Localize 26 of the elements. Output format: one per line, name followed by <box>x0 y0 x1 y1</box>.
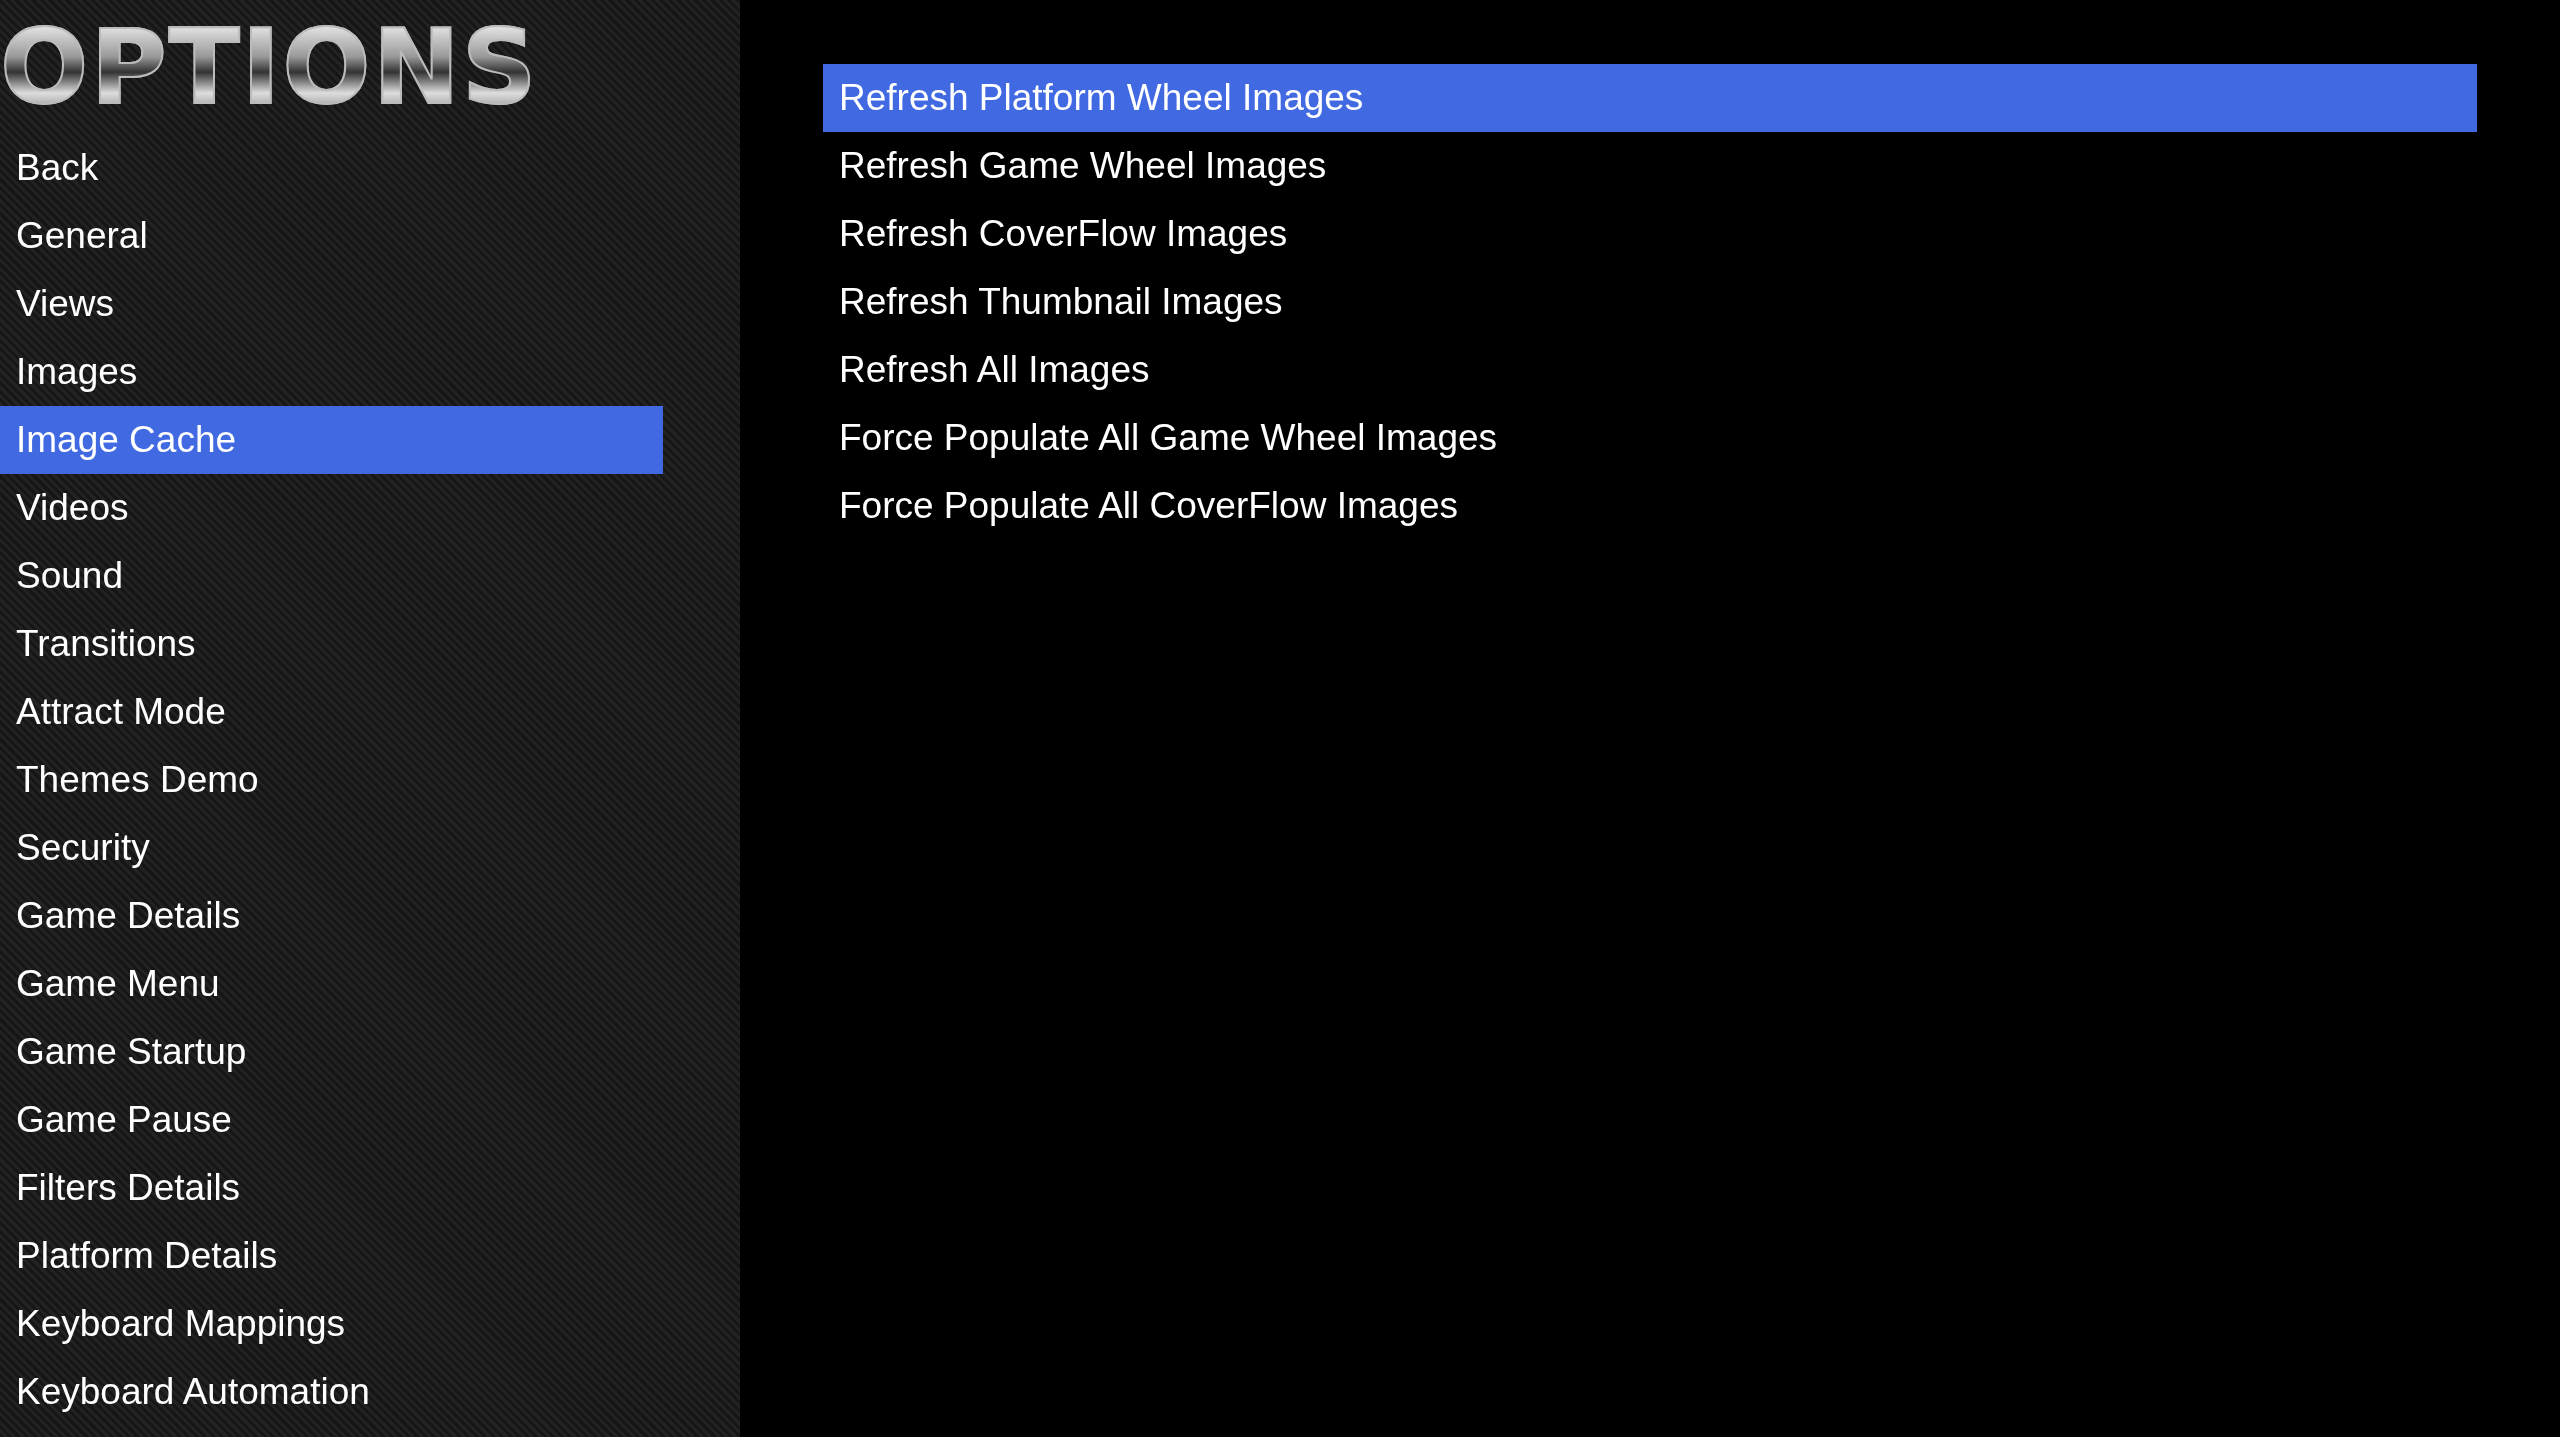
option-item[interactable]: Refresh Game Wheel Images <box>823 132 2477 200</box>
sidebar-item[interactable]: Security <box>0 814 663 882</box>
option-item[interactable]: Refresh Thumbnail Images <box>823 268 2477 336</box>
option-item[interactable]: Refresh CoverFlow Images <box>823 200 2477 268</box>
sidebar-item[interactable]: Filters Details <box>0 1154 663 1222</box>
sidebar-item[interactable]: Platform Details <box>0 1222 663 1290</box>
sidebar-item[interactable]: Game Menu <box>0 950 663 1018</box>
sidebar-item[interactable]: Back <box>0 134 663 202</box>
option-item[interactable]: Refresh All Images <box>823 336 2477 404</box>
sidebar-item[interactable]: General <box>0 202 663 270</box>
sidebar-item[interactable]: Keyboard Automation <box>0 1358 663 1426</box>
sidebar-item[interactable]: Game Startup <box>0 1018 663 1086</box>
option-item[interactable]: Refresh Platform Wheel Images <box>823 64 2477 132</box>
sidebar-item[interactable]: Image Cache <box>0 406 663 474</box>
option-item[interactable]: Force Populate All CoverFlow Images <box>823 472 2477 540</box>
sidebar-item[interactable]: Views <box>0 270 663 338</box>
sidebar-item[interactable]: Videos <box>0 474 663 542</box>
sidebar-item[interactable]: Game Details <box>0 882 663 950</box>
option-item[interactable]: Force Populate All Game Wheel Images <box>823 404 2477 472</box>
sidebar-item[interactable]: Transitions <box>0 610 663 678</box>
sidebar-item[interactable]: Game Pause <box>0 1086 663 1154</box>
sidebar-item[interactable]: Attract Mode <box>0 678 663 746</box>
sidebar-item[interactable]: Keyboard Mappings <box>0 1290 663 1358</box>
sidebar-item[interactable]: Themes Demo <box>0 746 663 814</box>
sidebar-item[interactable]: Sound <box>0 542 663 610</box>
sidebar-item[interactable]: Images <box>0 338 663 406</box>
